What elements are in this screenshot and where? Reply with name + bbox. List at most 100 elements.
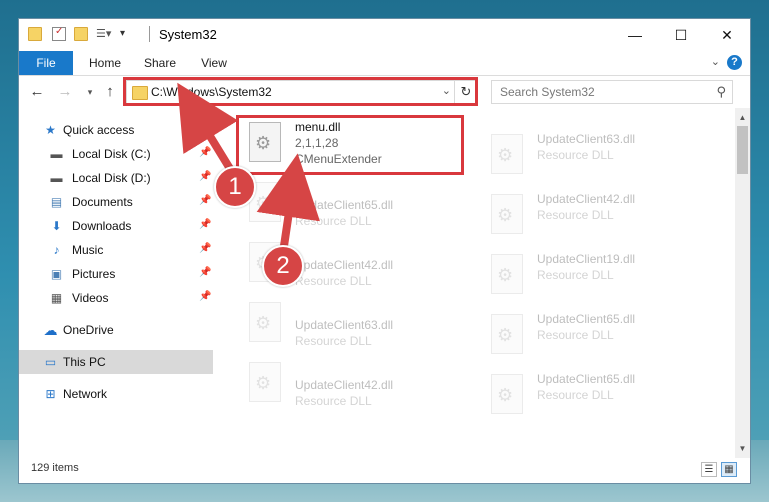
network-icon: ⊞ [45, 387, 56, 401]
maximize-button[interactable]: ☐ [658, 19, 704, 51]
sidebar-item-documents[interactable]: ▤ Documents 📌 [19, 190, 213, 214]
file-type: Resource DLL [537, 148, 614, 162]
pin-icon[interactable]: 📌 [199, 219, 211, 230]
search-input[interactable]: Search System32 ⚲ [491, 80, 733, 104]
close-button[interactable]: ✕ [704, 19, 750, 51]
dll-file-icon: ⚙ [491, 374, 523, 414]
file-type: Resource DLL [537, 268, 614, 282]
sidebar-item-music[interactable]: ♪ Music 📌 [19, 238, 213, 262]
file-name: UpdateClient63.dll [295, 318, 394, 332]
item-count: 129 items [31, 462, 79, 474]
minimize-button[interactable]: — [612, 19, 658, 51]
sidebar-item-local-disk-d[interactable]: ▬ Local Disk (D:) 📌 [19, 166, 213, 190]
file-tile[interactable]: ⚙ UpdateClient42.dll Resource DLL [481, 188, 711, 244]
star-icon: ★ [45, 123, 56, 137]
quick-access-dropdown-icon[interactable]: ▾ [120, 27, 134, 41]
customize-toolbar-icon[interactable]: ☰▾ [96, 27, 114, 41]
sidebar-item-downloads[interactable]: ⬇ Downloads 📌 [19, 214, 213, 238]
file-name: UpdateClient42.dll [537, 192, 636, 206]
details-view-icon[interactable]: ☰ [701, 462, 717, 477]
folder-icon [28, 27, 42, 41]
onedrive-icon: ☁ [43, 322, 58, 338]
up-arrow-icon[interactable]: ↑ [101, 82, 119, 102]
documents-icon: ▤ [50, 195, 63, 209]
sidebar-item-pictures[interactable]: ▣ Pictures 📌 [19, 262, 213, 286]
sidebar-item-label: Local Disk (C:) [72, 147, 151, 161]
file-name: UpdateClient65.dll [537, 312, 636, 326]
file-type: Resource DLL [537, 208, 614, 222]
dll-file-icon: ⚙ [491, 134, 523, 174]
dll-file-icon: ⚙ [491, 314, 523, 354]
pin-icon[interactable]: 📌 [199, 171, 211, 182]
pin-icon[interactable]: 📌 [199, 147, 211, 158]
sidebar-item-this-pc[interactable]: ▭ This PC [19, 350, 213, 374]
file-tile[interactable]: ⚙ UpdateClient65.dll Resource DLL [481, 308, 711, 364]
scroll-up-icon[interactable]: ▲ [735, 110, 750, 125]
file-name: UpdateClient63.dll [537, 132, 636, 146]
file-name: UpdateClient42.dll [295, 378, 394, 392]
file-tile[interactable]: ⚙ UpdateClient63.dll Resource DLL [239, 296, 469, 352]
new-folder-icon[interactable] [74, 27, 88, 41]
sidebar-item-label: Quick access [63, 123, 135, 137]
back-arrow-icon[interactable]: ← [28, 82, 46, 102]
help-icon[interactable]: ? [727, 55, 742, 70]
file-type: Resource DLL [537, 388, 614, 402]
file-tile[interactable]: ⚙ UpdateClient63.dll Resource DLL [481, 128, 711, 184]
scroll-thumb[interactable] [737, 126, 748, 174]
dll-file-icon: ⚙ [491, 194, 523, 234]
scroll-down-icon[interactable]: ▼ [735, 441, 750, 456]
recent-locations-icon[interactable]: ▾ [81, 82, 99, 102]
sidebar-item-label: Music [72, 243, 104, 257]
file-type: Resource DLL [295, 214, 372, 228]
tab-share[interactable]: Share [137, 51, 183, 75]
window-title: System32 [159, 27, 217, 42]
pin-icon[interactable]: 📌 [199, 291, 211, 302]
tiles-view-icon[interactable]: ▦ [721, 462, 737, 477]
title-bar: ✓ ☰▾ ▾ System32 — ☐ ✕ [19, 19, 750, 51]
status-bar: 129 items ☰ ▦ [19, 458, 750, 483]
properties-icon[interactable]: ✓ [52, 26, 66, 41]
sidebar-item-network[interactable]: ⊞ Network [19, 382, 213, 406]
file-name: UpdateClient42.dll [295, 258, 394, 272]
forward-arrow-icon[interactable]: → [56, 82, 74, 102]
navigation-pane: ★ Quick access ▬ Local Disk (C:) 📌 ▬ Loc… [19, 108, 213, 458]
file-type: Resource DLL [295, 334, 372, 348]
tab-view[interactable]: View [193, 51, 235, 75]
music-icon: ♪ [53, 243, 60, 257]
vertical-scrollbar[interactable]: ▲ ▼ [735, 108, 750, 458]
videos-icon: ▦ [50, 291, 63, 305]
sidebar-item-onedrive[interactable]: ☁ OneDrive [19, 318, 213, 342]
step-1-badge: 1 [214, 166, 256, 208]
title-separator [149, 26, 150, 42]
pictures-icon: ▣ [50, 267, 63, 281]
chevron-down-icon[interactable]: ⌄ [711, 55, 720, 68]
dll-file-icon: ⚙ [249, 362, 281, 402]
file-tile[interactable]: ⚙ UpdateClient65.dll Resource DLL [239, 176, 469, 232]
file-type: Resource DLL [537, 328, 614, 342]
sidebar-item-label: Pictures [72, 267, 116, 281]
search-placeholder: Search System32 [500, 85, 595, 99]
sidebar-item-label: Downloads [72, 219, 132, 233]
sidebar-item-quick-access[interactable]: ★ Quick access [19, 118, 213, 142]
sidebar-item-label: This PC [63, 355, 106, 369]
sidebar-item-label: OneDrive [63, 323, 114, 337]
sidebar-item-label: Documents [72, 195, 133, 209]
sidebar-item-local-disk-c[interactable]: ▬ Local Disk (C:) 📌 [19, 142, 213, 166]
pin-icon[interactable]: 📌 [199, 243, 211, 254]
ribbon-tabs: File Home Share View ⌄ ? [19, 51, 750, 76]
drive-icon: ▬ [50, 171, 63, 185]
sidebar-item-videos[interactable]: ▦ Videos 📌 [19, 286, 213, 310]
file-tile[interactable]: ⚙ UpdateClient19.dll Resource DLL [481, 248, 711, 304]
tab-file[interactable]: File [19, 51, 73, 75]
dll-file-icon: ⚙ [249, 302, 281, 342]
sidebar-item-label: Network [63, 387, 108, 401]
pin-icon[interactable]: 📌 [199, 195, 211, 206]
file-tile[interactable]: ⚙ UpdateClient42.dll Resource DLL [239, 356, 469, 412]
file-type: Resource DLL [295, 394, 372, 408]
this-pc-icon: ▭ [44, 355, 57, 369]
search-icon[interactable]: ⚲ [716, 84, 726, 100]
pin-icon[interactable]: 📌 [199, 267, 211, 278]
file-highlight [236, 115, 464, 175]
tab-home[interactable]: Home [81, 51, 129, 75]
file-tile[interactable]: ⚙ UpdateClient65.dll Resource DLL [481, 368, 711, 424]
